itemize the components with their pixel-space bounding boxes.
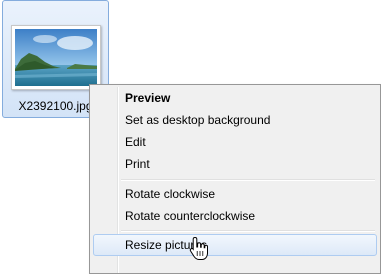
context-menu: Preview Set as desktop background Edit P… xyxy=(89,84,381,274)
menu-separator xyxy=(121,179,375,181)
menu-separator xyxy=(121,230,375,232)
menu-item-preview[interactable]: Preview xyxy=(93,87,377,109)
menu-item-rotate-clockwise[interactable]: Rotate clockwise xyxy=(93,183,377,205)
menu-item-edit[interactable]: Edit xyxy=(93,131,377,153)
menu-item-resize-pictures[interactable]: Resize pictures xyxy=(93,234,377,256)
menu-item-rotate-counterclockwise[interactable]: Rotate counterclockwise xyxy=(93,205,377,227)
menu-item-set-desktop-background[interactable]: Set as desktop background xyxy=(93,109,377,131)
image-thumbnail[interactable] xyxy=(11,25,101,90)
menu-item-print[interactable]: Print xyxy=(93,153,377,175)
hand-pointer-cursor-icon xyxy=(189,236,208,260)
landscape-thumbnail-icon xyxy=(15,29,97,86)
